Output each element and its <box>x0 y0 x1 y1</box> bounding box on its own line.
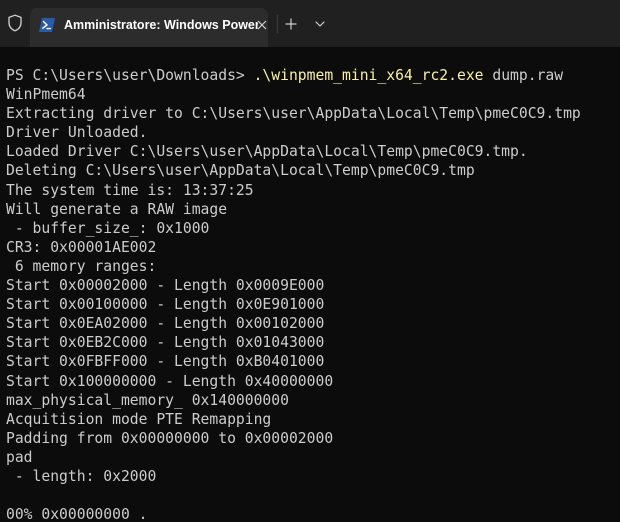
tab-powershell[interactable]: Amministratore: Windows PowerShell <box>30 8 268 47</box>
output-line: max_physical_memory_ 0x140000000 <box>6 391 289 409</box>
output-line: Start 0x0EB2C000 - Length 0x01043000 <box>6 334 325 352</box>
output-line: - buffer_size_: 0x1000 <box>6 219 210 237</box>
shield-icon[interactable] <box>4 11 26 35</box>
output-line: pad <box>6 448 33 466</box>
output-line: Padding from 0x00000000 to 0x00002000 <box>6 429 334 447</box>
title-bar: Amministratore: Windows PowerShell <box>0 0 620 47</box>
powershell-icon <box>39 18 55 32</box>
chevron-down-icon[interactable] <box>311 14 329 34</box>
output-lines: WinPmem64 Extracting driver to C:\Users\u… <box>6 85 618 522</box>
output-line: Start 0x100000000 - Length 0x40000000 <box>6 372 334 390</box>
output-line: Extracting driver to C:\Users\user\AppDa… <box>6 105 581 123</box>
output-line: Start 0x0FBFF000 - Length 0xB0401000 <box>6 353 325 371</box>
close-icon[interactable] <box>254 17 270 33</box>
output-line: CR3: 0x00001AE002 <box>6 238 157 256</box>
output-line: 00% 0x00000000 . <box>6 506 148 522</box>
output-line: Driver Unloaded. <box>6 124 148 142</box>
output-line: Acquitision mode PTE Remapping <box>6 410 272 428</box>
terminal-output[interactable]: PS C:\Users\user\Downloads> .\winpmem_mi… <box>6 66 618 522</box>
tab-divider <box>277 15 278 33</box>
plus-icon[interactable] <box>281 14 301 34</box>
output-line: Start 0x00100000 - Length 0x0E901000 <box>6 296 325 314</box>
output-line: Loaded Driver C:\Users\user\AppData\Loca… <box>6 143 528 161</box>
tab-title: Amministratore: Windows PowerShell <box>64 18 258 32</box>
output-line: Start 0x00002000 - Length 0x0009E000 <box>6 277 325 295</box>
output-line: Will generate a RAW image <box>6 200 228 218</box>
output-line: The system time is: 13:37:25 <box>6 181 254 199</box>
prompt: PS C:\Users\user\Downloads> <box>6 67 254 84</box>
command-arguments: dump.raw <box>483 67 564 84</box>
command-executable: .\winpmem_mini_x64_rc2.exe <box>253 67 484 84</box>
terminal-window: Amministratore: Windows PowerShell PS C:… <box>0 0 620 522</box>
output-line: WinPmem64 <box>6 86 86 104</box>
output-line: 6 memory ranges: <box>6 257 157 275</box>
output-line: Deleting C:\Users\user\AppData\Local\Tem… <box>6 162 475 180</box>
output-line: Start 0x0EA02000 - Length 0x00102000 <box>6 315 325 333</box>
output-line: - length: 0x2000 <box>6 467 157 485</box>
command-line: PS C:\Users\user\Downloads> .\winpmem_mi… <box>6 66 618 85</box>
